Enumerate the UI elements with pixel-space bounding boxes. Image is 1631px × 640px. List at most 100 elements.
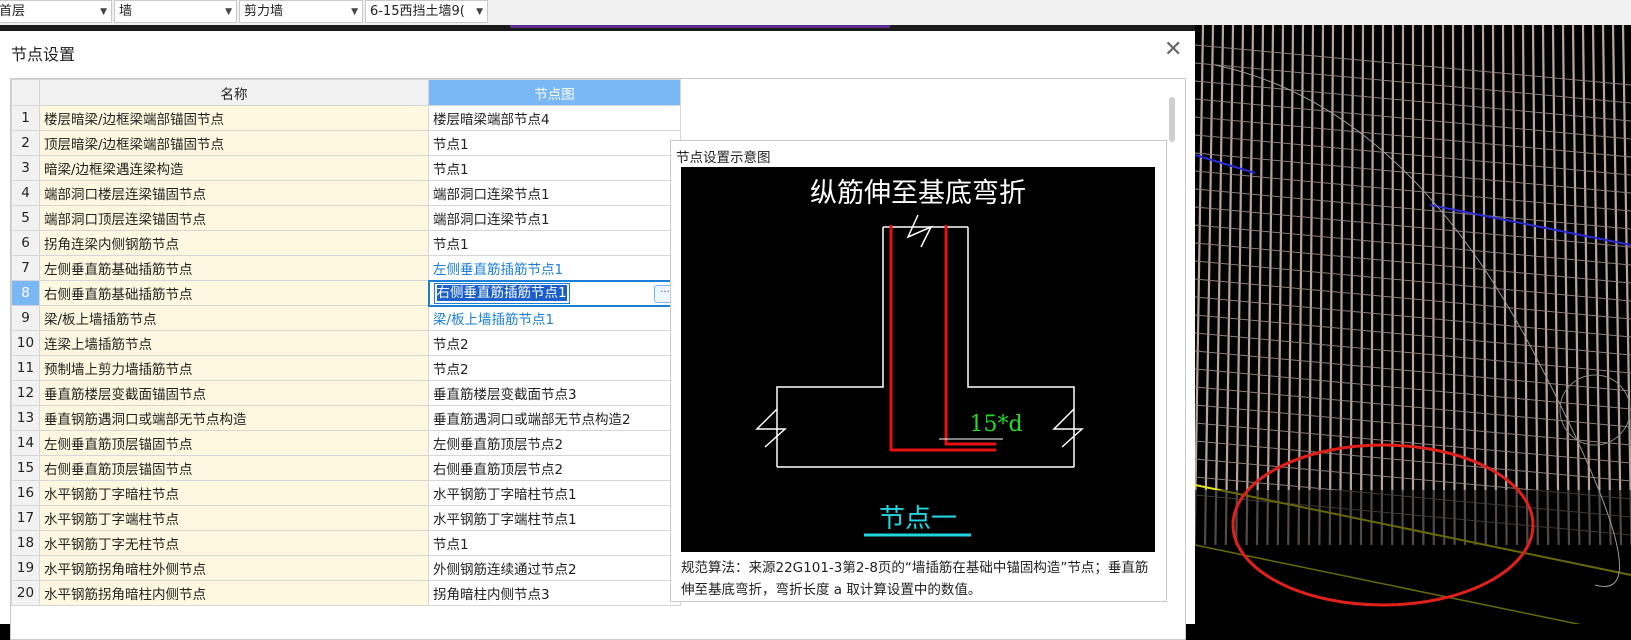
node-edit-selection: 右侧垂直筋插筋节点1 [437,285,567,301]
node-name-cell[interactable]: 垂直筋楼层变截面锚固节点 [40,381,429,406]
table-row[interactable]: 8右侧垂直筋基础插筋节点右侧垂直筋插筋节点1··· [12,281,681,306]
column-header-name[interactable]: 名称 [40,80,429,106]
close-icon[interactable]: ✕ [1164,37,1182,62]
3d-viewport[interactable] [1195,25,1631,624]
node-diagram-cell[interactable]: 节点2 [429,331,681,356]
row-number[interactable]: 5 [12,206,40,231]
table-row[interactable]: 2顶层暗梁/边框梁端部锚固节点节点1 [12,131,681,156]
vertical-rebar [1371,25,1373,545]
node-name-cell[interactable]: 拐角连梁内侧钢筋节点 [40,231,429,256]
component-name-selector[interactable]: 6-15西挡土墙9(▼ [365,0,488,23]
node-name-cell[interactable]: 端部洞口顶层连梁锚固节点 [40,206,429,231]
node-name-cell[interactable]: 水平钢筋拐角暗柱内侧节点 [40,581,429,606]
node-name-cell[interactable]: 左侧垂直筋顶层锚固节点 [40,431,429,456]
table-row[interactable]: 10连梁上墙插筋节点节点2 [12,331,681,356]
node-name-cell[interactable]: 梁/板上墙插筋节点 [40,306,429,331]
node-diagram-cell[interactable]: 楼层暗梁端部节点4 [429,106,681,131]
row-number[interactable]: 1 [12,106,40,131]
node-name-cell[interactable]: 顶层暗梁/边框梁端部锚固节点 [40,131,429,156]
node-edit-input[interactable]: 右侧垂直筋插筋节点1 [434,283,570,304]
node-diagram-cell[interactable]: 左侧垂直筋顶层节点2 [429,431,681,456]
row-number[interactable]: 14 [12,431,40,456]
column-header-node[interactable]: 节点图 [429,80,681,106]
table-row[interactable]: 19水平钢筋拐角暗柱外侧节点外侧钢筋连续通过节点2 [12,556,681,581]
vertical-rebar [1603,25,1611,545]
row-number[interactable]: 3 [12,156,40,181]
node-name-cell[interactable]: 楼层暗梁/边框梁端部锚固节点 [40,106,429,131]
node-diagram-cell[interactable]: 节点1 [429,156,681,181]
table-row[interactable]: 5端部洞口顶层连梁锚固节点端部洞口连梁节点1 [12,206,681,231]
table-row[interactable]: 3暗梁/边框梁遇连梁构造节点1 [12,156,681,181]
node-name-cell[interactable]: 端部洞口楼层连梁锚固节点 [40,181,429,206]
node-diagram-cell[interactable]: 节点1 [429,231,681,256]
row-number[interactable]: 17 [12,506,40,531]
row-number[interactable]: 13 [12,406,40,431]
vertical-rebar [1319,25,1323,545]
diagram-description: 规范算法：来源22G101-3第2-8页的“墙插筋在基础中锚固构造”节点；垂直筋… [681,557,1151,601]
table-row[interactable]: 20水平钢筋拐角暗柱内侧节点拐角暗柱内侧节点3 [12,581,681,606]
node-diagram-cell[interactable]: 右侧垂直筋插筋节点1··· [429,281,681,306]
row-number[interactable]: 20 [12,581,40,606]
component-name-value: 6-15西挡土墙9( [370,4,465,19]
axis-line-blue [1430,205,1631,245]
table-row[interactable]: 15右侧垂直筋顶层锚固节点右侧垂直筋顶层节点2 [12,456,681,481]
row-number[interactable]: 11 [12,356,40,381]
row-number[interactable]: 6 [12,231,40,256]
node-diagram-cell[interactable]: 右侧垂直筋顶层节点2 [429,456,681,481]
node-name-cell[interactable]: 水平钢筋丁字暗柱节点 [40,481,429,506]
table-row[interactable]: 4端部洞口楼层连梁锚固节点端部洞口连梁节点1 [12,181,681,206]
node-diagram-cell[interactable]: 节点1 [429,531,681,556]
table-scrollbar[interactable] [1169,97,1175,142]
node-diagram-cell[interactable]: 垂直筋遇洞口或端部无节点构造2 [429,406,681,431]
node-diagram-cell[interactable]: 左侧垂直筋插筋节点1 [429,256,681,281]
row-number[interactable]: 9 [12,306,40,331]
node-diagram-cell[interactable]: 外侧钢筋连续通过节点2 [429,556,681,581]
node-diagram-cell[interactable]: 节点1 [429,131,681,156]
node-diagram-cell[interactable]: 端部洞口连梁节点1 [429,206,681,231]
component-subtype-selector[interactable]: 剪力墙▼ [239,0,363,23]
table-row[interactable]: 6拐角连梁内侧钢筋节点节点1 [12,231,681,256]
node-diagram-cell[interactable]: 梁/板上墙插筋节点1 [429,306,681,331]
vertical-rebar [1563,25,1569,545]
row-number[interactable]: 7 [12,256,40,281]
component-type-selector[interactable]: 墙▼ [114,0,237,23]
table-row[interactable]: 1楼层暗梁/边框梁端部锚固节点楼层暗梁端部节点4 [12,106,681,131]
table-row[interactable]: 14左侧垂直筋顶层锚固节点左侧垂直筋顶层节点2 [12,431,681,456]
row-number[interactable]: 16 [12,481,40,506]
row-number[interactable]: 2 [12,131,40,156]
node-diagram-cell[interactable]: 垂直筋楼层变截面节点3 [429,381,681,406]
chevron-down-icon: ▼ [351,1,358,23]
floor-selector[interactable]: 首层▼ [0,0,112,23]
row-number[interactable]: 19 [12,556,40,581]
node-name-cell[interactable]: 连梁上墙插筋节点 [40,331,429,356]
node-name-cell[interactable]: 水平钢筋丁字无柱节点 [40,531,429,556]
node-name-cell[interactable]: 右侧垂直筋基础插筋节点 [40,281,429,306]
table-row[interactable]: 13垂直钢筋遇洞口或端部无节点构造垂直筋遇洞口或端部无节点构造2 [12,406,681,431]
node-name-cell[interactable]: 暗梁/边框梁遇连梁构造 [40,156,429,181]
node-diagram-cell[interactable]: 水平钢筋丁字端柱节点1 [429,506,681,531]
node-name-cell[interactable]: 左侧垂直筋基础插筋节点 [40,256,429,281]
node-name-cell[interactable]: 垂直钢筋遇洞口或端部无节点构造 [40,406,429,431]
row-number[interactable]: 4 [12,181,40,206]
table-row[interactable]: 12垂直筋楼层变截面锚固节点垂直筋楼层变截面节点3 [12,381,681,406]
table-row[interactable]: 7左侧垂直筋基础插筋节点左侧垂直筋插筋节点1 [12,256,681,281]
node-diagram-cell[interactable]: 水平钢筋丁字暗柱节点1 [429,481,681,506]
node-name-cell[interactable]: 水平钢筋丁字端柱节点 [40,506,429,531]
node-name-cell[interactable]: 右侧垂直筋顶层锚固节点 [40,456,429,481]
node-diagram-cell[interactable]: 拐角暗柱内侧节点3 [429,581,681,606]
node-diagram-cell[interactable]: 端部洞口连梁节点1 [429,181,681,206]
table-row[interactable]: 18水平钢筋丁字无柱节点节点1 [12,531,681,556]
node-name-cell[interactable]: 水平钢筋拐角暗柱外侧节点 [40,556,429,581]
node-name-cell[interactable]: 预制墙上剪力墙插筋节点 [40,356,429,381]
row-number[interactable]: 18 [12,531,40,556]
viewport-accent-line [510,25,890,28]
row-number[interactable]: 12 [12,381,40,406]
row-number[interactable]: 15 [12,456,40,481]
row-number[interactable]: 10 [12,331,40,356]
table-row[interactable]: 17水平钢筋丁字端柱节点水平钢筋丁字端柱节点1 [12,506,681,531]
row-number[interactable]: 8 [12,281,40,306]
table-row[interactable]: 9梁/板上墙插筋节点梁/板上墙插筋节点1 [12,306,681,331]
table-row[interactable]: 11预制墙上剪力墙插筋节点节点2 [12,356,681,381]
node-diagram-cell[interactable]: 节点2 [429,356,681,381]
table-row[interactable]: 16水平钢筋丁字暗柱节点水平钢筋丁字暗柱节点1 [12,481,681,506]
